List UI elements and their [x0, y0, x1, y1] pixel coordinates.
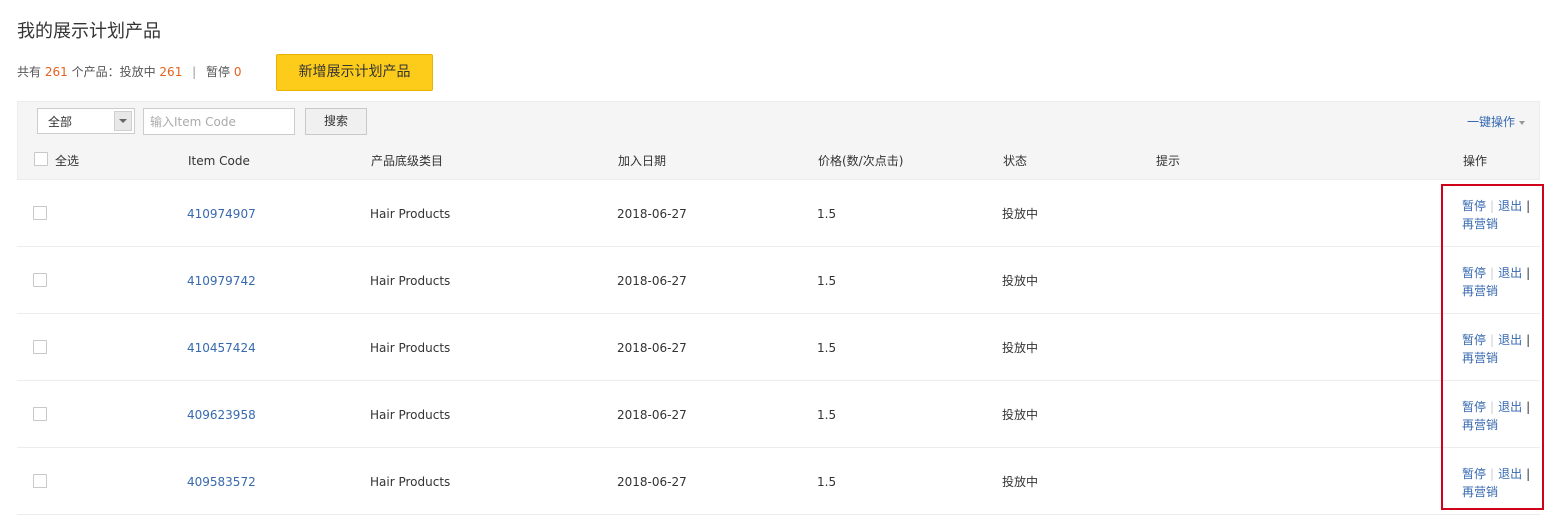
table-row: 409623958 Hair Products 2018-06-27 1.5 投… [17, 381, 1540, 448]
price-cell: 1.5 [817, 408, 837, 422]
category-cell: Hair Products [370, 475, 451, 489]
active-count: 261 [159, 65, 183, 79]
table-row: 410457424 Hair Products 2018-06-27 1.5 投… [17, 314, 1540, 381]
action-separator: | [1490, 266, 1495, 280]
date-cell: 2018-06-27 [617, 274, 687, 288]
toolbar: 全部 搜索 一键操作 [17, 101, 1540, 141]
action-separator: | [1490, 333, 1495, 347]
header-date: 加入日期 [618, 154, 667, 168]
row-actions: 暂停 | 退出 | 再营销 [1462, 197, 1534, 233]
total-count: 261 [44, 65, 68, 79]
row-checkbox[interactable] [33, 474, 47, 488]
action-separator: | [1526, 199, 1531, 213]
header-price: 价格(数/次点击) [818, 154, 904, 168]
product-summary: 共有 261 个产品：投放中 261 | 暂停 0 [17, 64, 242, 80]
pause-link[interactable]: 暂停 [1462, 467, 1486, 481]
category-cell: Hair Products [370, 207, 451, 221]
status-cell: 投放中 [1002, 408, 1039, 422]
price-cell: 1.5 [817, 274, 837, 288]
remarket-link[interactable]: 再营销 [1462, 217, 1498, 231]
header-status: 状态 [1003, 154, 1028, 168]
item-code-link[interactable]: 410457424 [187, 341, 256, 355]
status-cell: 投放中 [1002, 274, 1039, 288]
summary-middle: 个产品：投放中 [71, 65, 156, 79]
exit-link[interactable]: 退出 [1498, 199, 1522, 213]
table-body: 410974907 Hair Products 2018-06-27 1.5 投… [17, 180, 1540, 515]
bulk-operation-label: 一键操作 [1466, 115, 1515, 129]
caret-down-icon [1519, 120, 1525, 125]
summary-separator: | [192, 65, 197, 79]
category-cell: Hair Products [370, 274, 451, 288]
status-filter-select[interactable]: 全部 [37, 108, 135, 134]
exit-link[interactable]: 退出 [1498, 333, 1522, 347]
row-actions: 暂停 | 退出 | 再营销 [1462, 465, 1534, 501]
remarket-link[interactable]: 再营销 [1462, 418, 1498, 432]
pause-link[interactable]: 暂停 [1462, 199, 1486, 213]
status-filter-value: 全部 [48, 115, 73, 129]
pause-link[interactable]: 暂停 [1462, 333, 1486, 347]
category-cell: Hair Products [370, 341, 451, 355]
bulk-operation-dropdown[interactable]: 一键操作 [1467, 115, 1525, 129]
exit-link[interactable]: 退出 [1498, 266, 1522, 280]
summary-prefix: 共有 [17, 65, 42, 79]
header-action: 操作 [1463, 154, 1488, 168]
item-code-link[interactable]: 410979742 [187, 274, 256, 288]
row-actions: 暂停 | 退出 | 再营销 [1462, 331, 1534, 367]
row-actions: 暂停 | 退出 | 再营销 [1462, 398, 1534, 434]
header-category: 产品底级类目 [371, 154, 444, 168]
row-checkbox[interactable] [33, 340, 47, 354]
date-cell: 2018-06-27 [617, 341, 687, 355]
action-separator: | [1526, 333, 1531, 347]
header-hint: 提示 [1156, 154, 1181, 168]
remarket-link[interactable]: 再营销 [1462, 485, 1498, 499]
category-cell: Hair Products [370, 408, 451, 422]
item-code-link[interactable]: 410974907 [187, 207, 256, 221]
date-cell: 2018-06-27 [617, 207, 687, 221]
header-item-code: Item Code [188, 154, 250, 168]
price-cell: 1.5 [817, 341, 837, 355]
table-header: 全选 Item Code 产品底级类目 加入日期 价格(数/次点击) 状态 提示… [17, 141, 1540, 180]
table-row: 410979742 Hair Products 2018-06-27 1.5 投… [17, 247, 1540, 314]
price-cell: 1.5 [817, 207, 837, 221]
select-all-checkbox[interactable] [34, 152, 48, 166]
date-cell: 2018-06-27 [617, 408, 687, 422]
remarket-link[interactable]: 再营销 [1462, 284, 1498, 298]
exit-link[interactable]: 退出 [1498, 400, 1522, 414]
pause-link[interactable]: 暂停 [1462, 266, 1486, 280]
action-separator: | [1490, 467, 1495, 481]
pause-link[interactable]: 暂停 [1462, 400, 1486, 414]
item-code-search-input[interactable] [143, 108, 295, 135]
paused-count: 0 [233, 65, 242, 79]
exit-link[interactable]: 退出 [1498, 467, 1522, 481]
row-checkbox[interactable] [33, 206, 47, 220]
date-cell: 2018-06-27 [617, 475, 687, 489]
item-code-link[interactable]: 409623958 [187, 408, 256, 422]
action-separator: | [1526, 266, 1531, 280]
table-row: 410974907 Hair Products 2018-06-27 1.5 投… [17, 180, 1540, 247]
add-product-button[interactable]: 新增展示计划产品 [276, 54, 433, 91]
row-checkbox[interactable] [33, 273, 47, 287]
search-button[interactable]: 搜索 [305, 108, 367, 135]
paused-label: 暂停 [206, 65, 231, 79]
chevron-down-icon [114, 111, 132, 131]
table-row: 409583572 Hair Products 2018-06-27 1.5 投… [17, 448, 1540, 515]
item-code-link[interactable]: 409583572 [187, 475, 256, 489]
page-title: 我的展示计划产品 [17, 21, 161, 42]
status-cell: 投放中 [1002, 207, 1039, 221]
status-cell: 投放中 [1002, 475, 1039, 489]
select-all-label: 全选 [55, 154, 80, 168]
action-separator: | [1526, 467, 1531, 481]
price-cell: 1.5 [817, 475, 837, 489]
product-panel: 全部 搜索 一键操作 全选 Item Code 产品底级类目 加入日期 价格(数… [17, 101, 1540, 515]
status-cell: 投放中 [1002, 341, 1039, 355]
remarket-link[interactable]: 再营销 [1462, 351, 1498, 365]
row-actions: 暂停 | 退出 | 再营销 [1462, 264, 1534, 300]
action-separator: | [1490, 400, 1495, 414]
row-checkbox[interactable] [33, 407, 47, 421]
action-separator: | [1526, 400, 1531, 414]
action-separator: | [1490, 199, 1495, 213]
